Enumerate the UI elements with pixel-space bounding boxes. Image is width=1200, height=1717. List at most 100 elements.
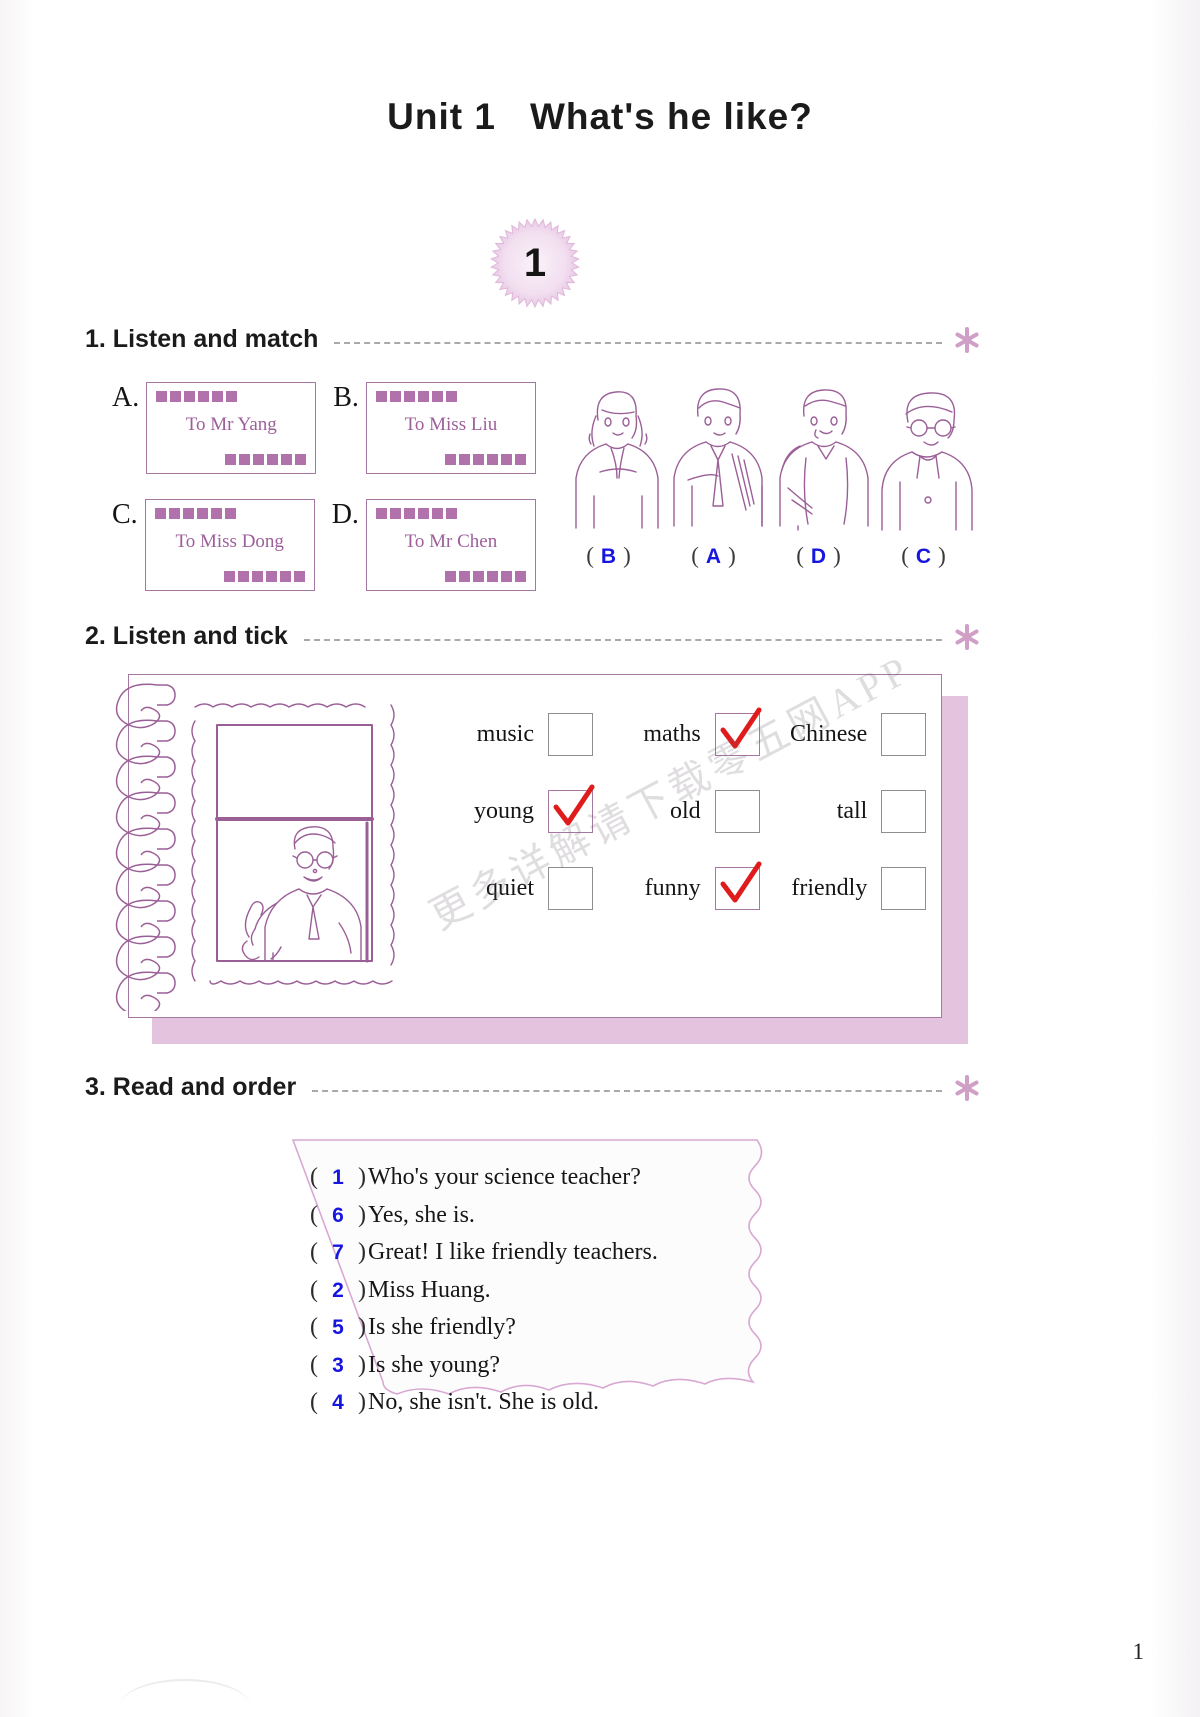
notebook-page: music maths Chinese young old tall quiet… xyxy=(115,674,942,1018)
paren-close: ) xyxy=(358,1239,366,1265)
exercise1-heading: 1. Listen and match xyxy=(85,325,980,354)
paren-open: ( xyxy=(586,543,594,568)
tick-option-young: young xyxy=(429,784,596,833)
dotted-rule xyxy=(312,1090,942,1093)
answer-value: C xyxy=(915,545,932,568)
list-item[interactable]: (4) No, she isn't. She is old. xyxy=(310,1389,760,1416)
checkbox-old[interactable] xyxy=(714,790,760,833)
answer-slot-4[interactable]: ( C) xyxy=(871,543,976,569)
paren-close: ) xyxy=(358,1164,366,1190)
order-number: 7 xyxy=(332,1241,344,1264)
order-number: 5 xyxy=(332,1316,344,1339)
checkbox-quiet[interactable] xyxy=(548,867,593,910)
exercise3-paper: (1) Who's your science teacher? (6) Yes, s… xyxy=(287,1134,785,1461)
list-item[interactable]: (5) Is she friendly? xyxy=(310,1314,760,1341)
paren-open: ( xyxy=(901,543,909,568)
stamp-strip-bottom xyxy=(225,454,307,465)
order-number: 2 xyxy=(332,1278,344,1302)
list-item[interactable]: (3) Is she young? xyxy=(310,1352,760,1379)
order-number: 1 xyxy=(332,1166,344,1189)
tick-option-quiet: quiet xyxy=(429,867,596,910)
dotted-rule xyxy=(334,342,942,345)
exercise1-answers: ( B) (A) (D) ( C) xyxy=(556,543,976,569)
paren-open: ( xyxy=(796,543,804,568)
card-letter: B. xyxy=(333,382,359,413)
card-row: C. To Miss Dong D. To Mr Chen xyxy=(112,499,552,591)
card-letter: A. xyxy=(112,382,140,413)
tick-label: funny xyxy=(644,875,701,901)
check-icon xyxy=(553,784,595,826)
sentence-text: Is she young? xyxy=(368,1351,500,1378)
paren-open: ( xyxy=(310,1239,318,1265)
envelope: To Mr Yang xyxy=(146,382,317,474)
sentence-text: Miss Huang. xyxy=(368,1276,491,1303)
tick-label: young xyxy=(474,798,534,824)
stamp-strip-bottom xyxy=(223,571,305,582)
exercise3-label: 3. Read and order xyxy=(85,1073,297,1101)
paren-close: ) xyxy=(358,1314,366,1340)
paren-close: ) xyxy=(358,1351,366,1378)
unit-question: What's he like? xyxy=(529,96,813,137)
page-number: 1 xyxy=(1132,1639,1145,1664)
paren-close: ) xyxy=(623,543,631,568)
flower-icon xyxy=(954,623,980,650)
stamp-strip-top xyxy=(375,508,457,519)
paren-close: ) xyxy=(358,1389,366,1415)
unit-label: Unit 1 xyxy=(387,96,496,137)
card-row: A. To Mr Yang B. To Miss Liu xyxy=(112,382,552,474)
tick-row: music maths Chinese xyxy=(429,707,929,756)
card-letter: C. xyxy=(112,499,138,530)
tick-row: quiet funny friendly xyxy=(429,861,929,910)
checkbox-chinese[interactable] xyxy=(881,713,927,756)
order-number: 3 xyxy=(332,1353,344,1377)
exercise2-label: 2. Listen and tick xyxy=(85,622,288,650)
tick-option-old: old xyxy=(596,790,763,833)
list-item[interactable]: (1) Who's your science teacher? xyxy=(310,1164,760,1191)
tick-label: old xyxy=(670,798,701,824)
paren-open: ( xyxy=(310,1314,318,1340)
sentence-text: Yes, she is. xyxy=(368,1201,475,1228)
checkbox-music[interactable] xyxy=(548,713,593,756)
flower-icon xyxy=(954,1074,980,1101)
checkbox-funny[interactable] xyxy=(714,861,762,910)
checkbox-tall[interactable] xyxy=(881,790,927,833)
list-item[interactable]: (7) Great! I like friendly teachers. xyxy=(310,1239,760,1266)
paren-open: ( xyxy=(310,1164,318,1190)
envelope: To Miss Dong xyxy=(144,499,315,591)
paren-close: ) xyxy=(938,543,946,568)
people-illustration xyxy=(556,376,976,531)
tick-option-music: music xyxy=(429,713,596,756)
list-item[interactable]: (2) Miss Huang. xyxy=(310,1277,760,1304)
tick-row: young old tall xyxy=(429,784,929,833)
checkbox-young[interactable] xyxy=(548,784,595,833)
checkbox-friendly[interactable] xyxy=(881,867,927,910)
envelope-card-a: A. To Mr Yang xyxy=(112,382,317,474)
dotted-rule xyxy=(303,639,942,642)
answer-slot-1[interactable]: ( B) xyxy=(556,543,661,569)
paren-open: ( xyxy=(310,1351,318,1378)
check-icon xyxy=(720,861,762,903)
envelope-text: To Miss Liu xyxy=(404,414,498,435)
exercise1-cards: A. To Mr Yang B. To Miss Liu C. To Miss … xyxy=(112,382,552,616)
four-teachers-drawing xyxy=(575,388,973,531)
sentence-text: Who's your science teacher? xyxy=(368,1164,641,1190)
tick-label: Chinese xyxy=(790,721,868,747)
tick-option-maths: maths xyxy=(596,707,763,756)
badge-number: 1 xyxy=(523,240,547,285)
envelope-text: To Mr Chen xyxy=(404,531,498,552)
paren-open: ( xyxy=(310,1276,318,1303)
tick-label: quiet xyxy=(486,875,534,901)
stamp-strip-top xyxy=(375,391,457,402)
page-corner-curl xyxy=(120,1679,250,1717)
envelope-card-b: B. To Miss Liu xyxy=(333,382,536,474)
tick-label: maths xyxy=(643,721,701,747)
stamp-strip-top xyxy=(154,508,236,519)
sentence-text: Great! I like friendly teachers. xyxy=(368,1239,658,1265)
checkbox-maths[interactable] xyxy=(714,707,762,756)
list-item[interactable]: (6) Yes, she is. xyxy=(310,1202,760,1229)
answer-slot-3[interactable]: (D) xyxy=(766,543,871,569)
answer-value: A xyxy=(705,545,722,568)
tick-option-chinese: Chinese xyxy=(762,713,929,756)
answer-value: B xyxy=(600,545,617,568)
answer-slot-2[interactable]: (A) xyxy=(661,543,766,569)
